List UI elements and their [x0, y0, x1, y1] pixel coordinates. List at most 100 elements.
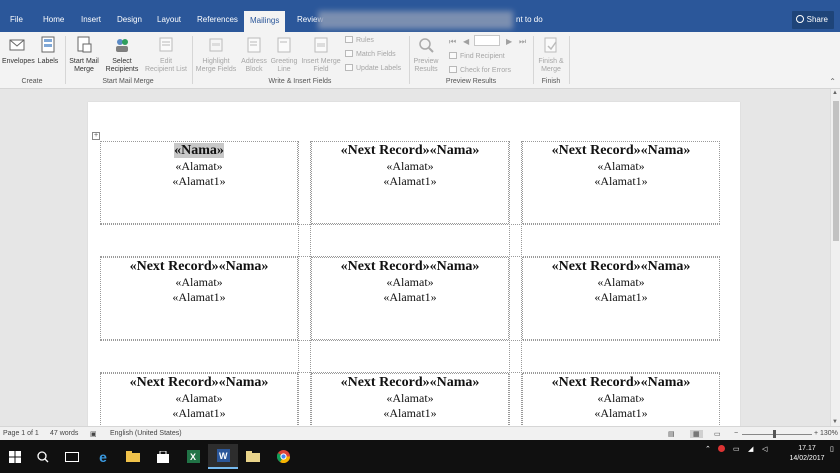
edit-recipient-label-2: Recipient List — [144, 66, 188, 73]
table-move-handle-icon[interactable]: + — [92, 132, 100, 140]
folder-icon[interactable] — [238, 444, 268, 469]
share-label: Share — [806, 15, 828, 24]
preview-results-button[interactable]: Preview Results — [411, 36, 441, 74]
zoom-slider-thumb[interactable] — [773, 430, 776, 438]
envelopes-button[interactable]: Envelopes — [2, 36, 35, 66]
tab-mailings[interactable]: Mailings — [244, 11, 286, 32]
insert-merge-field-button[interactable]: Insert Merge Field — [299, 36, 343, 74]
share-button[interactable]: Share — [791, 11, 834, 29]
merge-field-alamat: «Alamat» — [597, 391, 645, 405]
scroll-thumb[interactable] — [833, 101, 839, 241]
clock[interactable]: 17.17 14/02/2017 — [787, 444, 827, 464]
merge-field-next-nama: «Next Record»«Nama» — [129, 375, 269, 390]
check-errors-button[interactable]: Check for Errors — [449, 66, 511, 75]
excel-icon[interactable]: X — [178, 444, 208, 469]
edge-browser-icon[interactable]: e — [88, 444, 118, 469]
taskbar: e X W ⌃ ▭ ◢ ◁ 17.17 14/02/2017 ▯ — [0, 440, 840, 473]
label-cell[interactable]: «Next Record»«Nama» «Alamat» «Alamat1» — [522, 141, 720, 224]
merge-field-alamat1: «Alamat1» — [383, 290, 437, 304]
edit-recipient-list-button[interactable]: Edit Recipient List — [143, 36, 189, 74]
label-cell[interactable]: «Next Record»«Nama» «Alamat» «Alamat1» — [100, 257, 298, 340]
labels-button[interactable]: Labels — [34, 36, 62, 66]
highlight-label-1: Highlight — [202, 58, 230, 65]
find-recipient-label: Find Recipient — [460, 53, 505, 60]
address-label-1: Address — [241, 58, 267, 65]
start-mail-merge-button[interactable]: Start Mail Merge — [66, 36, 102, 74]
merge-field-nama[interactable]: «Nama» — [174, 143, 224, 158]
separator — [533, 36, 534, 84]
label-cell[interactable]: «Next Record»«Nama» «Alamat» «Alamat1» — [311, 141, 509, 224]
chrome-icon[interactable] — [268, 444, 298, 469]
tab-references[interactable]: References — [191, 8, 244, 32]
tab-layout[interactable]: Layout — [151, 8, 187, 32]
zoom-level[interactable]: 130% — [820, 430, 838, 437]
rules-button[interactable]: Rules — [345, 36, 374, 45]
battery-icon[interactable]: ▭ — [733, 445, 740, 453]
highlight-merge-fields-button[interactable]: Highlight Merge Fields — [194, 36, 238, 74]
notifications-icon[interactable]: ▯ — [830, 445, 834, 453]
print-layout-icon[interactable]: ▦ — [690, 430, 703, 438]
status-bar: Page 1 of 1 47 words ▣ English (United S… — [0, 426, 840, 440]
language-indicator[interactable]: English (United States) — [110, 430, 182, 437]
column-gap — [298, 141, 311, 431]
page-count[interactable]: Page 1 of 1 — [3, 430, 39, 437]
tab-insert[interactable]: Insert — [75, 8, 107, 32]
merge-field-alamat: «Alamat» — [175, 159, 223, 173]
web-layout-icon[interactable]: ▭ — [714, 430, 721, 438]
zoom-slider[interactable] — [742, 434, 812, 435]
merge-field-alamat: «Alamat» — [386, 275, 434, 289]
label-cell[interactable]: «Next Record»«Nama» «Alamat» «Alamat1» — [522, 373, 720, 431]
scroll-up-icon[interactable]: ▲ — [832, 90, 838, 96]
update-labels-button[interactable]: Update Labels — [345, 64, 401, 73]
greeting-line-button[interactable]: Greeting Line — [269, 36, 299, 74]
tab-design[interactable]: Design — [111, 8, 148, 32]
merge-field-next-nama: «Next Record»«Nama» — [551, 259, 691, 274]
record-icon[interactable] — [718, 445, 725, 454]
store-icon[interactable] — [148, 444, 178, 469]
label-cell[interactable]: «Nama» «Alamat» «Alamat1» — [100, 141, 298, 224]
show-hidden-icons-icon[interactable]: ⌃ — [705, 445, 711, 453]
tab-file[interactable]: File — [4, 8, 29, 32]
tell-me-box[interactable]: nt to do — [516, 8, 543, 32]
read-mode-icon[interactable]: ▤ — [668, 430, 675, 438]
first-record-icon[interactable]: ⏮ — [449, 37, 456, 47]
edit-list-icon — [157, 36, 175, 54]
file-explorer-icon[interactable] — [118, 444, 148, 469]
insert-field-label-1: Insert Merge — [301, 58, 341, 65]
clock-date: 14/02/2017 — [789, 455, 825, 462]
zoom-out-button[interactable]: − — [734, 430, 738, 437]
greeting-label-2: Line — [277, 66, 291, 73]
address-block-button[interactable]: Address Block — [239, 36, 269, 74]
merge-field-alamat1: «Alamat1» — [172, 290, 226, 304]
search-icon[interactable] — [28, 444, 58, 469]
select-recipients-button[interactable]: Select Recipients — [102, 36, 142, 74]
tab-home[interactable]: Home — [37, 8, 70, 32]
separator — [409, 36, 410, 84]
network-icon[interactable]: ◢ — [748, 445, 753, 453]
volume-icon[interactable]: ◁ — [762, 445, 767, 453]
find-recipient-button[interactable]: Find Recipient — [449, 52, 505, 61]
label-cell[interactable]: «Next Record»«Nama» «Alamat» «Alamat1» — [522, 257, 720, 340]
proofing-icon[interactable]: ▣ — [90, 430, 97, 438]
record-number-field[interactable] — [474, 35, 500, 46]
label-cell[interactable]: «Next Record»«Nama» «Alamat» «Alamat1» — [311, 373, 509, 431]
next-record-icon[interactable]: ▶ — [506, 37, 512, 46]
zoom-in-button[interactable]: + — [814, 430, 818, 437]
label-cell[interactable]: «Next Record»«Nama» «Alamat» «Alamat1» — [311, 257, 509, 340]
merge-field-alamat: «Alamat» — [175, 391, 223, 405]
task-view-icon[interactable] — [57, 444, 87, 469]
collapse-ribbon-icon[interactable]: ⌃ — [829, 77, 836, 86]
merge-field-alamat: «Alamat» — [597, 275, 645, 289]
previous-record-icon[interactable]: ◀ — [463, 37, 469, 46]
merge-field-alamat1: «Alamat1» — [383, 406, 437, 420]
finish-merge-icon — [542, 36, 560, 54]
match-fields-button[interactable]: Match Fields — [345, 50, 396, 59]
scroll-down-icon[interactable]: ▼ — [832, 419, 838, 425]
word-icon[interactable]: W — [208, 444, 238, 469]
label-cell[interactable]: «Next Record»«Nama» «Alamat» «Alamat1» — [100, 373, 298, 431]
finish-merge-button[interactable]: Finish & Merge — [535, 36, 567, 74]
word-count[interactable]: 47 words — [50, 430, 78, 437]
vertical-scrollbar[interactable]: ▲ ▼ — [830, 89, 840, 426]
last-record-icon[interactable]: ⏭ — [519, 37, 526, 47]
windows-start-icon[interactable] — [0, 444, 30, 469]
